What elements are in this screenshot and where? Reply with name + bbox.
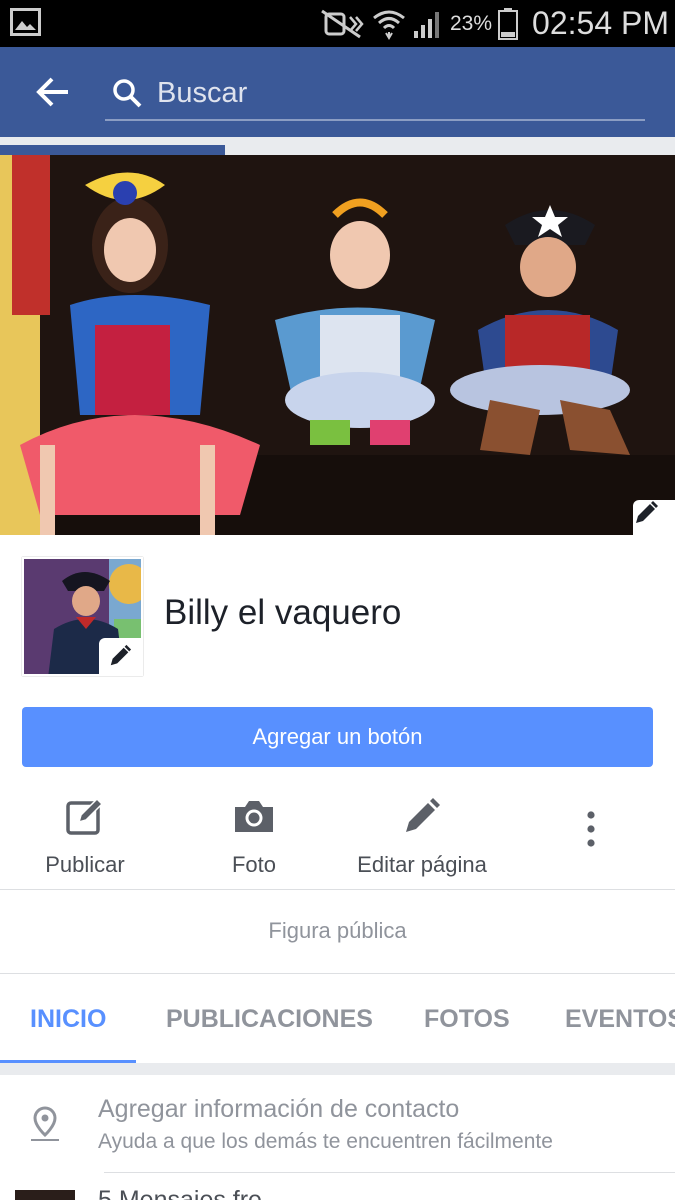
battery-icon bbox=[498, 7, 519, 40]
location-pin-icon bbox=[31, 1106, 59, 1141]
divider bbox=[0, 889, 675, 890]
loading-progress-fill bbox=[0, 145, 225, 155]
list-item-thumbnail bbox=[15, 1190, 75, 1200]
edit-profile-picture-button[interactable] bbox=[99, 638, 141, 674]
search-bar[interactable] bbox=[105, 65, 645, 121]
wifi-icon bbox=[373, 10, 405, 40]
divider bbox=[0, 973, 675, 974]
camera-icon bbox=[235, 801, 273, 832]
list-item-label: 5 Mensajes fre... bbox=[98, 1190, 318, 1200]
edit-page-label: Editar página bbox=[357, 852, 487, 877]
publish-label: Publicar bbox=[45, 852, 125, 877]
list-item[interactable]: 5 Mensajes fre... bbox=[98, 1190, 318, 1200]
add-contact-info-row[interactable]: Agregar información de contacto Ayuda a … bbox=[0, 1075, 675, 1175]
back-arrow-icon bbox=[36, 77, 68, 107]
page-category: Figura pública bbox=[268, 918, 407, 943]
clock: 02:54 PM bbox=[532, 5, 669, 41]
pencil-icon bbox=[636, 501, 658, 523]
signal-icon bbox=[414, 11, 439, 38]
page-tabs: INICIO PUBLICACIONES FOTOS EVENTOS bbox=[0, 975, 675, 1063]
back-button[interactable] bbox=[28, 69, 78, 115]
photo-action[interactable]: Foto bbox=[213, 790, 295, 885]
tab-publicaciones[interactable]: PUBLICACIONES bbox=[166, 1005, 373, 1034]
tab-eventos[interactable]: EVENTOS bbox=[565, 1005, 675, 1034]
cover-photo[interactable] bbox=[0, 155, 675, 535]
search-icon bbox=[113, 79, 142, 108]
photo-label: Foto bbox=[231, 852, 277, 877]
gallery-icon bbox=[10, 8, 41, 36]
edit-cover-button[interactable] bbox=[633, 500, 675, 535]
search-input[interactable] bbox=[157, 73, 627, 113]
contact-title: Agregar información de contacto bbox=[98, 1095, 460, 1123]
cover-photo-image bbox=[0, 155, 675, 535]
divider bbox=[104, 1172, 675, 1173]
edit-page-action[interactable]: Editar página bbox=[352, 790, 492, 885]
compose-icon bbox=[66, 797, 104, 835]
battery-percent: 23% bbox=[450, 11, 493, 35]
tab-inicio[interactable]: INICIO bbox=[30, 1005, 106, 1034]
loading-progress bbox=[0, 137, 675, 155]
more-vertical-icon bbox=[587, 811, 595, 847]
add-button-button[interactable]: Agregar un botón bbox=[22, 707, 653, 767]
mute-icon bbox=[321, 9, 364, 38]
top-bar bbox=[0, 47, 675, 137]
contact-subtitle: Ayuda a que los demás te encuentren fáci… bbox=[98, 1130, 553, 1153]
status-bar: 23% 02:54 PM bbox=[0, 0, 675, 47]
pencil-icon bbox=[110, 644, 132, 666]
profile-picture[interactable] bbox=[22, 557, 143, 676]
page-title: Billy el vaquero bbox=[164, 593, 402, 632]
page-actions: Publicar Foto Editar página bbox=[0, 790, 675, 890]
pencil-icon bbox=[406, 798, 440, 832]
tab-fotos[interactable]: FOTOS bbox=[424, 1005, 510, 1034]
publish-action[interactable]: Publicar bbox=[34, 790, 136, 885]
more-options-button[interactable] bbox=[570, 804, 612, 854]
section-separator bbox=[0, 1063, 675, 1075]
